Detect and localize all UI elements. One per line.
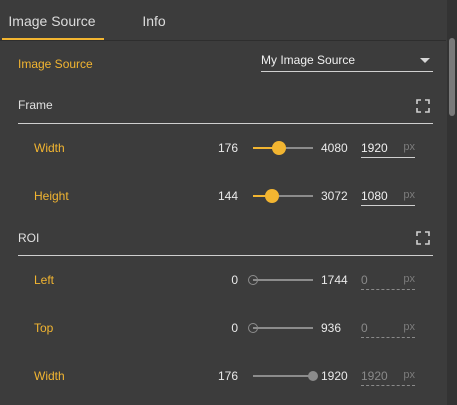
roi-width-label: Width — [34, 369, 65, 383]
roi-width-unit: px — [403, 369, 415, 381]
tab-info[interactable]: Info — [104, 0, 204, 40]
frame-height-input[interactable]: 1080 px — [361, 187, 415, 206]
roi-left-min: 0 — [231, 273, 238, 287]
frame-height-max: 3072 — [321, 189, 348, 203]
roi-width-value: 1920 — [361, 369, 388, 383]
slider-thumb[interactable] — [247, 274, 258, 285]
frame-width-input[interactable]: 1920 px — [361, 139, 415, 158]
frame-width-unit: px — [403, 141, 415, 153]
frame-height-label: Height — [34, 189, 69, 203]
frame-width-value: 1920 — [361, 141, 388, 155]
roi-left-max: 1744 — [321, 273, 348, 287]
slider-track[interactable] — [253, 279, 313, 281]
roi-top-min: 0 — [231, 321, 238, 335]
slider-thumb[interactable] — [265, 189, 280, 203]
frame-section-title: Frame — [18, 98, 53, 112]
roi-top-unit: px — [403, 321, 415, 333]
slider-track[interactable] — [253, 375, 313, 377]
roi-section-divider — [18, 255, 433, 256]
fullscreen-icon[interactable] — [416, 99, 430, 113]
roi-section-title: ROI — [18, 231, 40, 245]
slider-thumb[interactable] — [247, 322, 258, 333]
chevron-down-icon — [420, 58, 430, 63]
roi-left-label: Left — [34, 273, 55, 287]
roi-top-max: 936 — [321, 321, 342, 335]
roi-left-unit: px — [403, 273, 415, 285]
slider-thumb[interactable] — [308, 371, 318, 381]
image-source-select[interactable]: My Image Source — [261, 51, 433, 72]
slider-track[interactable] — [253, 327, 313, 329]
roi-top-input: 0 px — [361, 319, 415, 338]
frame-width-min: 176 — [217, 141, 238, 155]
frame-width-max: 4080 — [321, 141, 348, 155]
scrollbar-thumb[interactable] — [449, 38, 455, 116]
roi-top-value: 0 — [361, 321, 368, 335]
roi-width-min: 176 — [217, 369, 238, 383]
frame-height-value: 1080 — [361, 189, 388, 203]
frame-width-label: Width — [34, 141, 65, 155]
active-tab-indicator — [2, 38, 104, 40]
fullscreen-icon[interactable] — [416, 231, 430, 245]
roi-top-label: Top — [34, 321, 54, 335]
roi-width-max: 1920 — [321, 369, 348, 383]
slider-thumb[interactable] — [271, 141, 286, 155]
tab-image-source[interactable]: Image Source — [0, 0, 104, 40]
roi-left-value: 0 — [361, 273, 368, 287]
roi-width-input: 1920 px — [361, 367, 415, 386]
image-source-selected-value: My Image Source — [261, 53, 356, 67]
frame-height-unit: px — [403, 189, 415, 201]
image-source-label: Image Source — [18, 57, 93, 71]
roi-left-input: 0 px — [361, 271, 415, 290]
frame-section-divider — [18, 123, 433, 124]
tab-bar: Image Source Info — [0, 0, 446, 41]
frame-height-min: 144 — [217, 189, 238, 203]
